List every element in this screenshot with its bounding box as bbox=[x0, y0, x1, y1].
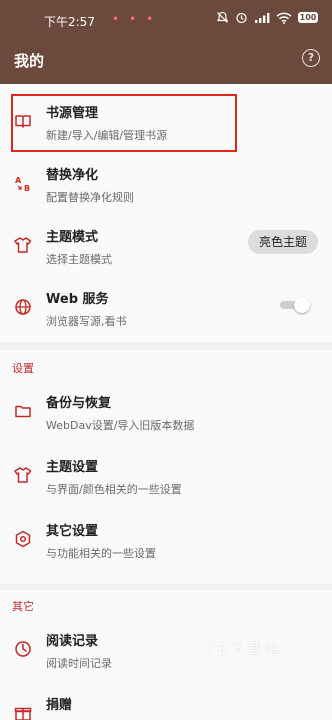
other-section-label: 其它 bbox=[12, 600, 34, 613]
other-settings-subtitle: 与功能相关的一些设置 bbox=[46, 547, 156, 560]
settings-section-label: 设置 bbox=[12, 362, 34, 375]
mute-icon bbox=[216, 11, 229, 23]
theme-mode-subtitle: 选择主题模式 bbox=[46, 253, 112, 266]
svg-text:B: B bbox=[24, 184, 30, 192]
notification-dots: ••• bbox=[112, 12, 164, 26]
help-icon[interactable]: ? bbox=[302, 49, 320, 67]
clock-icon bbox=[14, 640, 32, 658]
read-record-title: 阅读记录 bbox=[46, 634, 99, 649]
shirt-icon bbox=[14, 236, 32, 254]
alarm-icon bbox=[236, 12, 247, 24]
theme-settings-subtitle: 与界面/颜色相关的一些设置 bbox=[46, 483, 182, 496]
web-service-toggle[interactable] bbox=[280, 297, 310, 313]
theme-mode-title: 主题模式 bbox=[46, 230, 99, 245]
shirt-icon bbox=[14, 466, 32, 484]
web-service-title: Web 服务 bbox=[46, 292, 109, 307]
gift-icon bbox=[14, 704, 32, 720]
battery-icon: 100 bbox=[298, 12, 318, 23]
status-bar: 下午2:57 ••• 100 bbox=[0, 0, 332, 40]
donate-title: 捐赠 bbox=[46, 698, 73, 713]
backup-restore-row[interactable]: 备份与恢复 WebDav设置/导入旧版本数据 bbox=[0, 382, 332, 442]
web-service-subtitle: 浏览器写源,看书 bbox=[46, 315, 127, 328]
donate-row[interactable]: 捐赠 bbox=[0, 684, 332, 720]
highlight-box bbox=[11, 94, 237, 152]
status-time: 下午2:57 bbox=[44, 15, 95, 29]
folder-icon bbox=[14, 402, 32, 420]
read-record-subtitle: 阅读时间记录 bbox=[46, 657, 112, 670]
other-settings-title: 其它设置 bbox=[46, 524, 99, 539]
page-title: 我的 bbox=[14, 52, 45, 70]
replace-icon: AB bbox=[14, 174, 32, 192]
wifi-icon bbox=[276, 12, 292, 24]
replace-rule-title: 替换净化 bbox=[46, 168, 99, 183]
signal-icon bbox=[255, 12, 270, 23]
backup-restore-subtitle: WebDav设置/导入旧版本数据 bbox=[46, 419, 195, 432]
backup-restore-title: 备份与恢复 bbox=[46, 396, 112, 411]
settings-icon bbox=[14, 530, 32, 548]
toggle-thumb bbox=[294, 297, 310, 313]
theme-mode-chip[interactable]: 亮色主题 bbox=[248, 230, 318, 254]
app-header: 下午2:57 ••• 100 我的 ? bbox=[0, 0, 332, 84]
status-icons: 100 bbox=[216, 11, 318, 24]
other-settings-row[interactable]: 其它设置 与功能相关的一些设置 bbox=[0, 510, 332, 570]
replace-rule-row[interactable]: AB 替换净化 配置替换净化规则 bbox=[0, 154, 332, 214]
watermark-text: 7B下载站 bbox=[206, 640, 281, 658]
globe-icon bbox=[14, 298, 32, 316]
replace-rule-subtitle: 配置替换净化规则 bbox=[46, 191, 134, 204]
theme-settings-row[interactable]: 主题设置 与界面/颜色相关的一些设置 bbox=[0, 446, 332, 506]
svg-text:A: A bbox=[15, 176, 22, 185]
read-record-row[interactable]: 阅读记录 阅读时间记录 bbox=[0, 620, 332, 680]
theme-settings-title: 主题设置 bbox=[46, 460, 99, 475]
battery-level: 100 bbox=[298, 12, 318, 23]
